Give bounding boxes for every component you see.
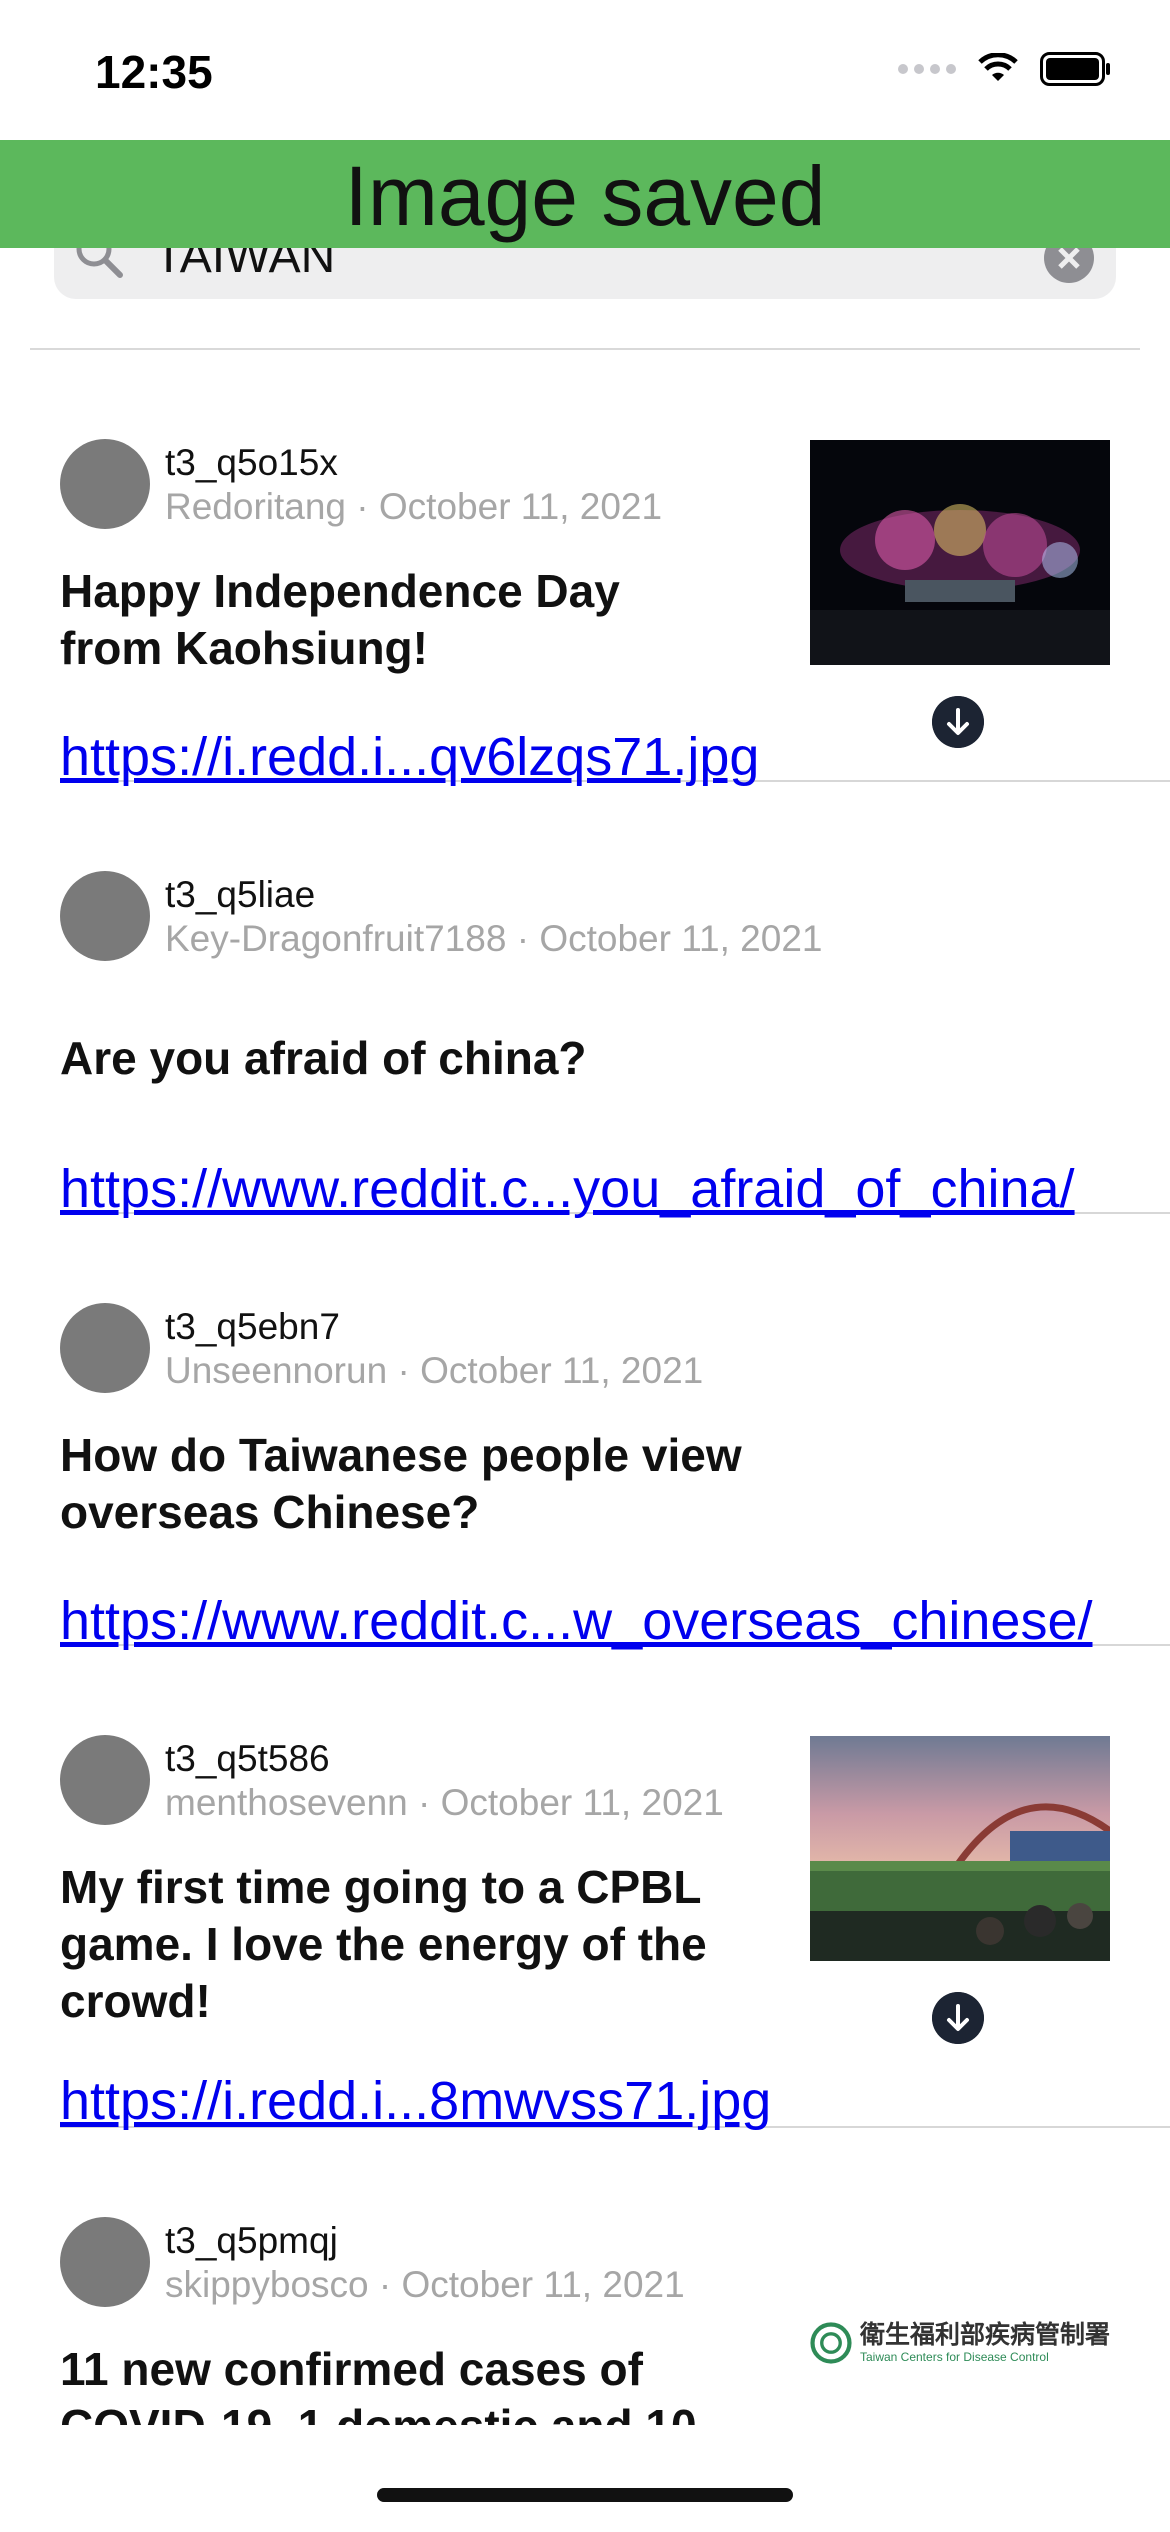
post-date: October 11, 2021 xyxy=(539,918,823,959)
post-meta: Redoritang · October 11, 2021 xyxy=(165,486,663,527)
cellular-signal-icon xyxy=(898,64,956,74)
baseball-stadium-photo xyxy=(810,1736,1110,1961)
post-list[interactable]: t3_q5o15x Redoritang · October 11, 2021 … xyxy=(0,350,1170,2425)
post-thumbnail[interactable] xyxy=(810,1736,1110,1961)
post-id: t3_q5o15x xyxy=(165,442,338,483)
wifi-icon xyxy=(978,53,1018,81)
post-thumbnail[interactable] xyxy=(810,440,1110,665)
post-id: t3_q5pmqj xyxy=(165,2220,338,2261)
post-item[interactable]: t3_q5ebn7 Unseennorun · October 11, 2021… xyxy=(60,1214,1170,1651)
taiwan-cdc-logo-icon xyxy=(810,2322,852,2364)
fireworks-photo xyxy=(810,440,1110,665)
post-item[interactable]: t3_q5o15x Redoritang · October 11, 2021 … xyxy=(60,350,1170,787)
post-link[interactable]: https://i.redd.i...qv6lzqs71.jpg xyxy=(60,726,759,788)
post-link[interactable]: https://i.redd.i...8mwvss71.jpg xyxy=(60,2070,771,2132)
post-link[interactable]: https://www.reddit.c...w_overseas_chines… xyxy=(60,1590,1093,1652)
post-item[interactable]: t3_q5liae Key-Dragonfruit7188 · October … xyxy=(60,782,1170,1219)
home-indicator[interactable] xyxy=(377,2488,793,2502)
post-date: October 11, 2021 xyxy=(401,2264,685,2305)
post-title: My first time going to a CPBL game. I lo… xyxy=(60,1861,707,2027)
post-author: Redoritang xyxy=(165,486,347,527)
post-id: t3_q5liae xyxy=(165,874,316,915)
image-saved-toast: Image saved xyxy=(0,140,1170,248)
post-date: October 11, 2021 xyxy=(440,1782,724,1823)
post-title: 11 new confirmed cases of COVID-19, 1 do… xyxy=(60,2343,697,2425)
avatar xyxy=(60,1735,150,1825)
toast-message: Image saved xyxy=(344,149,826,243)
post-meta: skippybosco · October 11, 2021 xyxy=(165,2264,685,2305)
post-author: Unseennorun xyxy=(165,1350,388,1391)
post-item[interactable]: t3_q5pmqj skippybosco · October 11, 2021… xyxy=(60,2128,1170,2425)
logo-subtext: Taiwan Centers for Disease Control xyxy=(859,2350,1049,2364)
post-thumbnail[interactable]: 衛生福利部疾病管制署 Taiwan Centers for Disease Co… xyxy=(810,2313,1110,2373)
post-meta: Unseennorun · October 11, 2021 xyxy=(165,1350,704,1391)
logo-lettering: 衛生福利部疾病管制署 Taiwan Centers for Disease Co… xyxy=(859,2321,1110,2364)
post-author: skippybosco xyxy=(165,2264,369,2305)
post-title: How do Taiwanese people view overseas Ch… xyxy=(60,1429,742,1538)
battery-icon xyxy=(1040,52,1110,86)
post-id: t3_q5t586 xyxy=(165,1738,330,1779)
download-icon[interactable] xyxy=(932,696,984,748)
logo-text: 衛生福利部疾病管制署 xyxy=(859,2321,1110,2349)
avatar xyxy=(60,1303,150,1393)
post-date: October 11, 2021 xyxy=(378,486,663,527)
post-item[interactable]: t3_q5t586 menthosevenn · October 11, 202… xyxy=(60,1646,1170,2131)
post-date: October 11, 2021 xyxy=(420,1350,704,1391)
download-icon[interactable] xyxy=(932,1992,984,2044)
post-meta: menthosevenn · October 11, 2021 xyxy=(165,1782,724,1823)
avatar xyxy=(60,2217,150,2307)
avatar xyxy=(60,871,150,961)
post-author: menthosevenn xyxy=(165,1782,408,1823)
post-author: Key-Dragonfruit7188 xyxy=(165,918,507,959)
post-id: t3_q5ebn7 xyxy=(165,1306,340,1347)
post-title: Happy Independence Day from Kaohsiung! xyxy=(60,565,620,674)
post-link[interactable]: https://www.reddit.c...you_afraid_of_chi… xyxy=(60,1158,1075,1220)
status-time: 12:35 xyxy=(95,46,213,98)
post-meta: Key-Dragonfruit7188 · October 11, 2021 xyxy=(165,918,823,959)
status-icons xyxy=(898,52,1112,86)
avatar xyxy=(60,439,150,529)
post-title: Are you afraid of china? xyxy=(60,1032,587,1084)
status-bar: 12:35 xyxy=(0,0,1170,140)
